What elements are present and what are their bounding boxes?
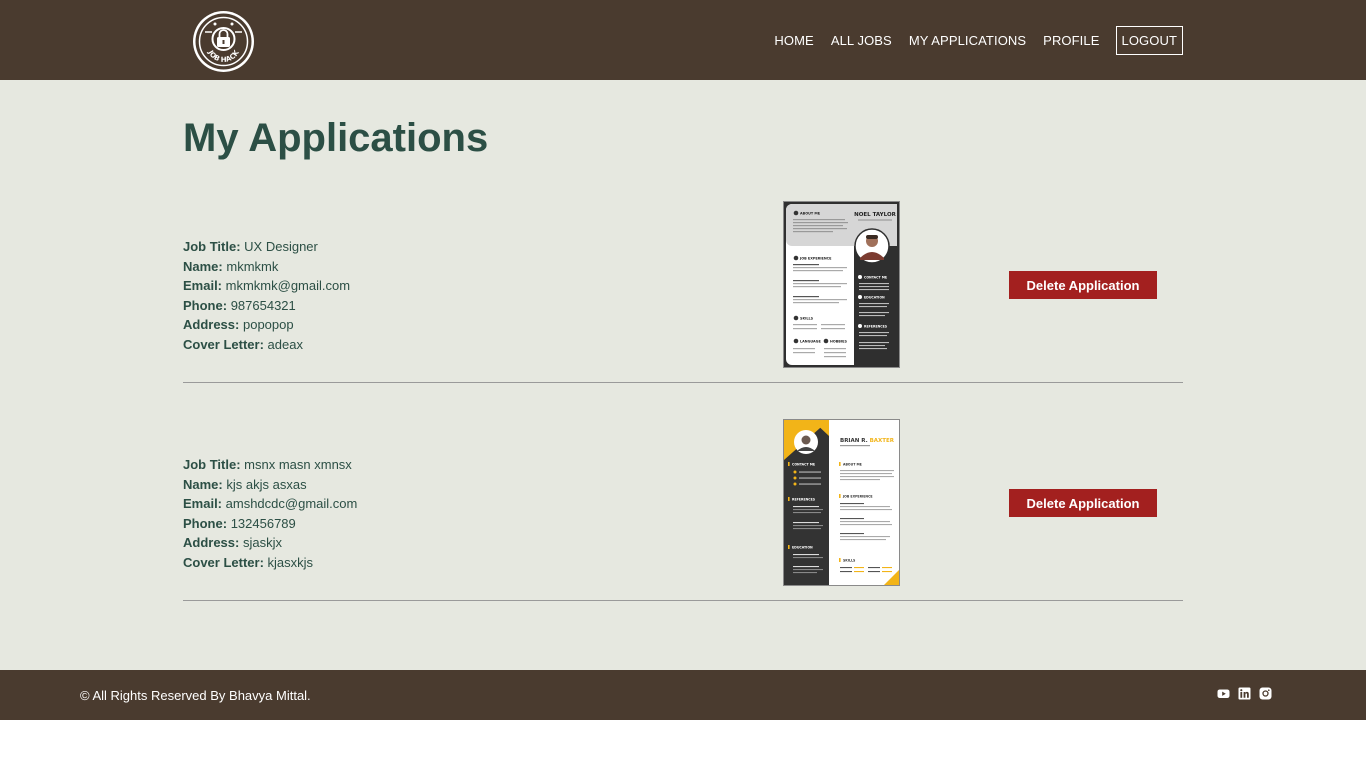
- application-details: Job Title: UX Designer Name: mkmkmk Emai…: [183, 237, 350, 354]
- svg-text:NOEL TAYLOR: NOEL TAYLOR: [854, 212, 896, 218]
- delete-application-button[interactable]: Delete Application: [1009, 271, 1157, 299]
- svg-text:JOB EXPERIENCE: JOB EXPERIENCE: [842, 495, 873, 499]
- svg-text:ABOUT ME: ABOUT ME: [843, 463, 862, 467]
- phone-label: Phone:: [183, 297, 228, 313]
- svg-text:REFERENCES: REFERENCES: [864, 325, 888, 329]
- nav-all-jobs[interactable]: ALL JOBS: [831, 33, 892, 48]
- email-value: amshdcdc@gmail.com: [225, 496, 358, 511]
- delete-application-button[interactable]: Delete Application: [1009, 489, 1157, 517]
- svg-text:REFERENCES: REFERENCES: [792, 498, 816, 502]
- phone-label: Phone:: [183, 515, 228, 531]
- application-card: Job Title: msnx masn xmnsx Name: kjs akj…: [183, 419, 1183, 601]
- cover-letter-label: Cover Letter:: [183, 554, 264, 570]
- svg-text:HOBBIES: HOBBIES: [830, 340, 847, 344]
- email-label: Email:: [183, 496, 223, 511]
- job-title-row: Job Title: msnx masn xmnsx: [183, 455, 357, 475]
- nav-home[interactable]: HOME: [774, 33, 813, 48]
- resume-image: BRIAN R. BAXTER CONTACT ME REFERENCES ED…: [784, 420, 899, 585]
- nav-profile[interactable]: PROFILE: [1043, 33, 1099, 48]
- name-label: Name:: [183, 476, 223, 492]
- linkedin-icon[interactable]: [1238, 687, 1251, 700]
- address-value: popopop: [242, 317, 294, 332]
- address-row: Address: popopop: [183, 315, 350, 335]
- logout-button[interactable]: LOGOUT: [1115, 25, 1183, 55]
- svg-text:ABOUT ME: ABOUT ME: [800, 212, 821, 216]
- cover-letter-row: Cover Letter: kjasxkjs: [183, 553, 357, 573]
- page-title: My Applications: [183, 116, 489, 160]
- resume-thumbnail[interactable]: NOEL TAYLOR ABOUT ME JOB EXPERIENCE SKIL…: [783, 201, 900, 368]
- name-value: mkmkmk: [226, 258, 279, 274]
- application-card: Job Title: UX Designer Name: mkmkmk Emai…: [183, 201, 1183, 383]
- job-title-label: Job Title:: [183, 457, 241, 472]
- youtube-icon[interactable]: [1217, 687, 1230, 700]
- svg-text:SKILLS: SKILLS: [843, 559, 856, 563]
- instagram-icon[interactable]: [1259, 687, 1272, 700]
- address-label: Address:: [183, 317, 240, 332]
- copyright-text: © All Rights Reserved By Bhavya Mittal.: [80, 688, 311, 703]
- svg-text:BRIAN R. BAXTER: BRIAN R. BAXTER: [840, 438, 895, 444]
- navbar: JOB HACK HOME ALL JOBS MY APPLICATIONS P…: [0, 0, 1366, 80]
- job-title-value: UX Designer: [244, 239, 318, 254]
- main-nav: HOME ALL JOBS MY APPLICATIONS PROFILE LO…: [757, 25, 1183, 55]
- svg-text:SKILLS: SKILLS: [800, 317, 814, 321]
- cover-letter-value: kjasxkjs: [267, 554, 314, 570]
- nav-my-applications[interactable]: MY APPLICATIONS: [909, 33, 1026, 48]
- phone-row: Phone: 987654321: [183, 296, 350, 316]
- resume-image: NOEL TAYLOR ABOUT ME JOB EXPERIENCE SKIL…: [784, 202, 899, 367]
- job-title-label: Job Title:: [183, 239, 241, 254]
- svg-text:CONTACT ME: CONTACT ME: [792, 463, 815, 467]
- address-label: Address:: [183, 535, 240, 550]
- email-row: Email: mkmkmk@gmail.com: [183, 276, 350, 296]
- address-row: Address: sjaskjx: [183, 533, 357, 553]
- name-label: Name:: [183, 258, 223, 274]
- svg-text:EDUCATION: EDUCATION: [864, 296, 885, 300]
- application-details: Job Title: msnx masn xmnsx Name: kjs akj…: [183, 455, 357, 572]
- email-label: Email:: [183, 278, 223, 293]
- name-row: Name: mkmkmk: [183, 257, 350, 277]
- svg-text:JOB EXPERIENCE: JOB EXPERIENCE: [799, 257, 832, 261]
- job-hack-logo[interactable]: JOB HACK: [193, 11, 254, 72]
- svg-text:EDUCATION: EDUCATION: [792, 546, 813, 550]
- cover-letter-value: adeax: [267, 336, 303, 352]
- logo-icon: JOB HACK: [195, 13, 252, 70]
- main-content: My Applications Job Title: UX Designer N…: [0, 80, 1366, 670]
- name-row: Name: kjs akjs asxas: [183, 475, 357, 495]
- resume-thumbnail[interactable]: BRIAN R. BAXTER CONTACT ME REFERENCES ED…: [783, 419, 900, 586]
- cover-letter-row: Cover Letter: adeax: [183, 335, 350, 355]
- cover-letter-label: Cover Letter:: [183, 336, 264, 352]
- name-value: kjs akjs asxas: [226, 476, 307, 492]
- phone-row: Phone: 132456789: [183, 514, 357, 534]
- email-row: Email: amshdcdc@gmail.com: [183, 494, 357, 514]
- svg-text:CONTACT ME: CONTACT ME: [864, 276, 887, 280]
- job-title-value: msnx masn xmnsx: [244, 457, 352, 472]
- phone-value: 987654321: [230, 297, 296, 313]
- footer: © All Rights Reserved By Bhavya Mittal.: [0, 670, 1366, 720]
- svg-text:LANGUAGE: LANGUAGE: [800, 340, 821, 344]
- job-title-row: Job Title: UX Designer: [183, 237, 350, 257]
- social-links: [1217, 687, 1272, 700]
- email-value: mkmkmk@gmail.com: [225, 278, 351, 293]
- address-value: sjaskjx: [242, 535, 282, 550]
- phone-value: 132456789: [230, 515, 296, 531]
